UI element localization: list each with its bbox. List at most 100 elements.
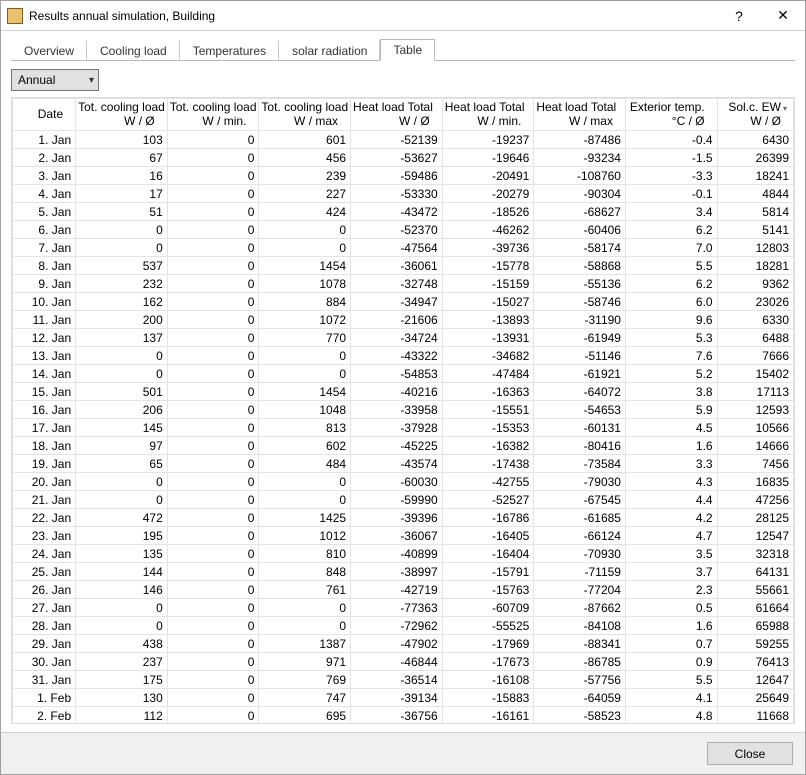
cell: 472 <box>76 509 168 527</box>
table-row[interactable]: 28. Jan000-72962-55525-841081.665988 <box>13 617 794 635</box>
cell: 971 <box>259 653 351 671</box>
table-row[interactable]: 3. Jan160239-59486-20491-108760-3.318241 <box>13 167 794 185</box>
cell: 1072 <box>259 311 351 329</box>
cell: -43322 <box>351 347 443 365</box>
cell: -72962 <box>351 617 443 635</box>
cell: -77204 <box>534 581 626 599</box>
cell: 601 <box>259 131 351 149</box>
table-row[interactable]: 19. Jan650484-43574-17438-735843.37456 <box>13 455 794 473</box>
cell: 6. Jan <box>13 221 76 239</box>
results-table-scroll[interactable]: DateTot. cooling loadW / ØTot. cooling l… <box>12 98 794 723</box>
cell: -45225 <box>351 437 443 455</box>
cell: -15763 <box>442 581 534 599</box>
cell: -54853 <box>351 365 443 383</box>
cell: 237 <box>76 653 168 671</box>
cell: 4.7 <box>625 527 717 545</box>
cell: -64072 <box>534 383 626 401</box>
column-header[interactable]: Sol.c. EWW / Ø▾ <box>717 99 793 131</box>
table-row[interactable]: 23. Jan19501012-36067-16405-661244.71254… <box>13 527 794 545</box>
table-row[interactable]: 2. Jan670456-53627-19646-93234-1.526399 <box>13 149 794 167</box>
cell: -51146 <box>534 347 626 365</box>
column-header[interactable]: Heat load TotalW / Ø <box>351 99 443 131</box>
cell: -31190 <box>534 311 626 329</box>
cell: 0 <box>167 455 259 473</box>
cell: -19237 <box>442 131 534 149</box>
cell: -55136 <box>534 275 626 293</box>
table-row[interactable]: 4. Jan170227-53330-20279-90304-0.14844 <box>13 185 794 203</box>
cell: 4.8 <box>625 707 717 724</box>
cell: 0 <box>167 221 259 239</box>
table-row[interactable]: 25. Jan1440848-38997-15791-711593.764131 <box>13 563 794 581</box>
table-row[interactable]: 10. Jan1620884-34947-15027-587466.023026 <box>13 293 794 311</box>
cell: -73584 <box>534 455 626 473</box>
cell: 0 <box>76 239 168 257</box>
table-row[interactable]: 1. Jan1030601-52139-19237-87486-0.46430 <box>13 131 794 149</box>
cell: 5141 <box>717 221 793 239</box>
cell: 0 <box>167 491 259 509</box>
results-table: DateTot. cooling loadW / ØTot. cooling l… <box>12 98 794 723</box>
cell: 7666 <box>717 347 793 365</box>
cell: -77363 <box>351 599 443 617</box>
cell: 1. Jan <box>13 131 76 149</box>
tab-cooling-load[interactable]: Cooling load <box>87 40 180 61</box>
cell: 32318 <box>717 545 793 563</box>
table-row[interactable]: 6. Jan000-52370-46262-604066.25141 <box>13 221 794 239</box>
table-row[interactable]: 21. Jan000-59990-52527-675454.447256 <box>13 491 794 509</box>
table-row[interactable]: 24. Jan1350810-40899-16404-709303.532318 <box>13 545 794 563</box>
cell: -34947 <box>351 293 443 311</box>
table-row[interactable]: 26. Jan1460761-42719-15763-772042.355661 <box>13 581 794 599</box>
cell: 0 <box>167 617 259 635</box>
column-header[interactable]: Date <box>13 99 76 131</box>
tab-overview[interactable]: Overview <box>11 40 87 61</box>
cell: 1012 <box>259 527 351 545</box>
table-row[interactable]: 20. Jan000-60030-42755-790304.316835 <box>13 473 794 491</box>
tab-solar-radiation[interactable]: solar radiation <box>279 40 380 61</box>
table-row[interactable]: 29. Jan43801387-47902-17969-883410.75925… <box>13 635 794 653</box>
table-row[interactable]: 18. Jan970602-45225-16382-804161.614666 <box>13 437 794 455</box>
help-button[interactable]: ? <box>717 1 761 31</box>
table-row[interactable]: 9. Jan23201078-32748-15159-551366.29362 <box>13 275 794 293</box>
cell: 484 <box>259 455 351 473</box>
table-row[interactable]: 31. Jan1750769-36514-16108-577565.512647 <box>13 671 794 689</box>
tab-temperatures[interactable]: Temperatures <box>180 40 279 61</box>
column-header[interactable]: Heat load TotalW / min. <box>442 99 534 131</box>
table-row[interactable]: 27. Jan000-77363-60709-876620.561664 <box>13 599 794 617</box>
cell: 0 <box>167 185 259 203</box>
table-row[interactable]: 2. Feb1120695-36756-16161-585234.811668 <box>13 707 794 724</box>
close-button[interactable]: Close <box>707 742 793 765</box>
cell: 7.6 <box>625 347 717 365</box>
cell: -58746 <box>534 293 626 311</box>
table-row[interactable]: 17. Jan1450813-37928-15353-601314.510566 <box>13 419 794 437</box>
cell: -15551 <box>442 401 534 419</box>
cell: 810 <box>259 545 351 563</box>
table-row[interactable]: 8. Jan53701454-36061-15778-588685.518281 <box>13 257 794 275</box>
table-row[interactable]: 13. Jan000-43322-34682-511467.67666 <box>13 347 794 365</box>
cell: 10. Jan <box>13 293 76 311</box>
cell: -53627 <box>351 149 443 167</box>
table-row[interactable]: 16. Jan20601048-33958-15551-546535.91259… <box>13 401 794 419</box>
table-row[interactable]: 11. Jan20001072-21606-13893-311909.66330 <box>13 311 794 329</box>
table-row[interactable]: 1. Feb1300747-39134-15883-640594.125649 <box>13 689 794 707</box>
cell: 2. Jan <box>13 149 76 167</box>
column-header[interactable]: Exterior temp.°C / Ø <box>625 99 717 131</box>
close-window-button[interactable]: ✕ <box>761 1 805 31</box>
table-row[interactable]: 5. Jan510424-43472-18526-686273.45814 <box>13 203 794 221</box>
column-header[interactable]: Tot. cooling loadW / min. <box>167 99 259 131</box>
table-row[interactable]: 15. Jan50101454-40216-16363-640723.81711… <box>13 383 794 401</box>
cell: 0 <box>167 239 259 257</box>
column-header[interactable]: Tot. cooling loadW / max <box>259 99 351 131</box>
table-row[interactable]: 12. Jan1370770-34724-13931-619495.36488 <box>13 329 794 347</box>
table-row[interactable]: 22. Jan47201425-39396-16786-616854.22812… <box>13 509 794 527</box>
table-row[interactable]: 7. Jan000-47564-39736-581747.012803 <box>13 239 794 257</box>
app-icon <box>7 8 23 24</box>
table-row[interactable]: 14. Jan000-54853-47484-619215.215402 <box>13 365 794 383</box>
column-header[interactable]: Heat load TotalW / max <box>534 99 626 131</box>
tab-table[interactable]: Table <box>380 39 435 61</box>
period-select[interactable]: Annual ▾ <box>11 69 99 91</box>
cell: 1. Feb <box>13 689 76 707</box>
cell: 27. Jan <box>13 599 76 617</box>
column-header[interactable]: Tot. cooling loadW / Ø <box>76 99 168 131</box>
cell: -40216 <box>351 383 443 401</box>
table-row[interactable]: 30. Jan2370971-46844-17673-867850.976413 <box>13 653 794 671</box>
dialog-window: Results annual simulation, Building ? ✕ … <box>0 0 806 775</box>
